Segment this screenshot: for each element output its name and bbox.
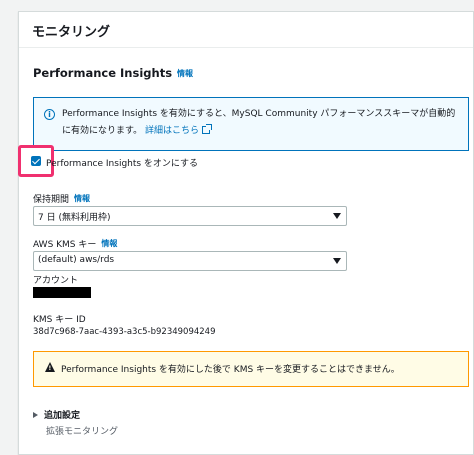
caret-down-icon <box>333 258 341 264</box>
retention-label: 保持期間 <box>33 195 70 205</box>
caret-right-icon <box>33 412 38 418</box>
kms-key-label: AWS KMS キー <box>33 240 97 250</box>
warning-alert: Performance Insights を有効にした後で KMS キーを変更す… <box>33 351 469 387</box>
kms-key-select[interactable]: (default) aws/rds <box>33 251 347 271</box>
warning-icon <box>45 362 55 372</box>
monitoring-panel: モニタリング Performance Insights 情報 i Performa… <box>18 11 474 455</box>
kms-key-info-link[interactable]: 情報 <box>101 239 117 248</box>
kms-key-value: (default) aws/rds <box>38 255 115 265</box>
retention-value: 7 日 (無料利用枠) <box>38 213 111 223</box>
performance-insights-heading: Performance Insights 情報 <box>33 66 193 80</box>
expander-label: 追加設定 <box>44 411 81 421</box>
info-link[interactable]: 情報 <box>177 69 193 78</box>
caret-down-icon <box>333 213 341 219</box>
info-alert-text: Performance Insights を有効にすると、MySQL Commu… <box>62 109 456 136</box>
performance-insights-checkbox-label[interactable]: Performance Insights をオンにする <box>46 156 198 169</box>
retention-label-row: 保持期間 情報 <box>33 192 90 205</box>
kms-key-id-label: KMS キー ID <box>33 315 86 325</box>
performance-insights-checkbox[interactable] <box>31 156 41 166</box>
retention-select[interactable]: 7 日 (無料利用枠) <box>33 206 347 226</box>
enhanced-monitoring-label: 拡張モニタリング <box>46 427 119 437</box>
account-label: アカウント <box>33 276 79 286</box>
warning-text: Performance Insights を有効にした後で KMS キーを変更す… <box>61 365 400 375</box>
kms-key-id-value: 38d7c968-7aac-4393-a3c5-b92349094249 <box>33 327 216 337</box>
kms-key-label-row: AWS KMS キー 情報 <box>33 237 117 250</box>
section-title-text: Performance Insights <box>33 66 173 80</box>
additional-settings-expander[interactable]: 追加設定 <box>33 408 80 421</box>
redacted-account-id <box>33 287 91 298</box>
info-alert: i Performance Insights を有効にすると、MySQL Com… <box>33 97 469 151</box>
external-link-icon[interactable] <box>202 124 212 134</box>
panel-title: モニタリング <box>19 12 473 48</box>
info-icon: i <box>44 109 55 120</box>
learn-more-link[interactable]: 詳細はこちら <box>145 126 199 136</box>
retention-info-link[interactable]: 情報 <box>74 194 90 203</box>
